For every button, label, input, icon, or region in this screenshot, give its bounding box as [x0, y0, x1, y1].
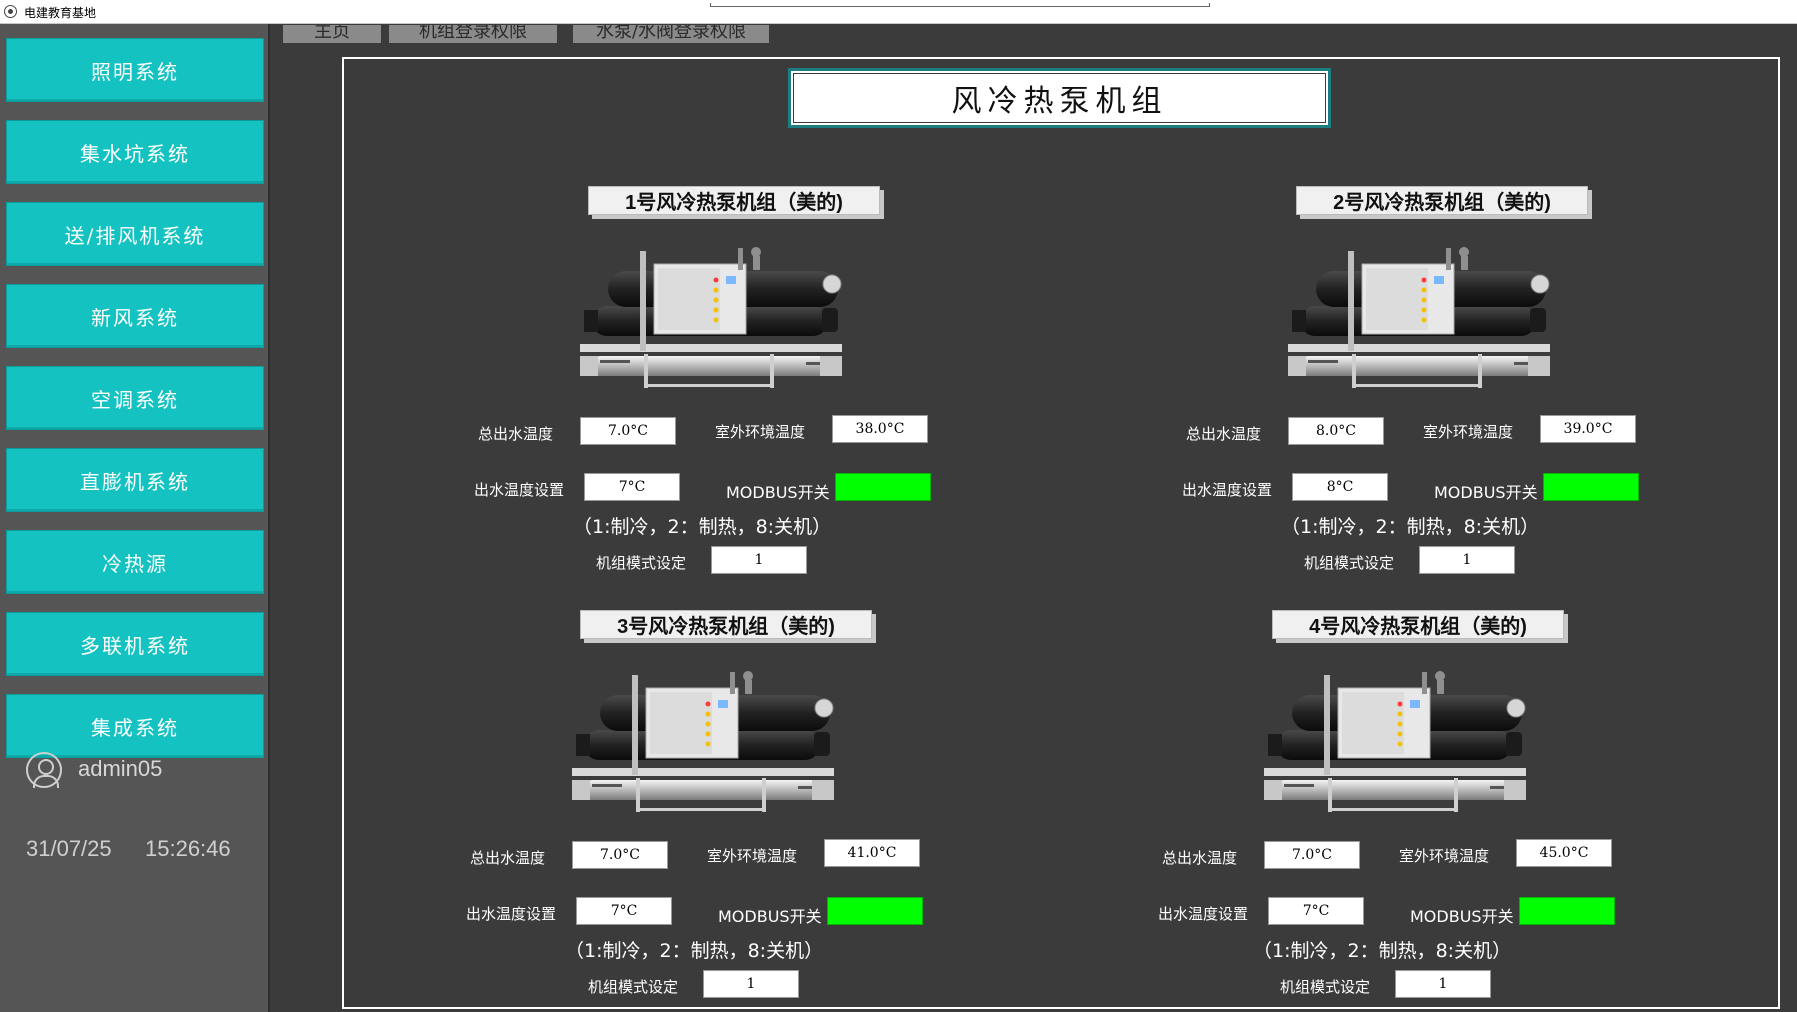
username: admin05 [78, 756, 163, 781]
unit-3-mode-input[interactable]: 1 [703, 970, 799, 998]
unit-2-supply-temp-label: 总出水温度 [1186, 425, 1262, 443]
sidebar: 照明系统 集水坑系统 送/排风机系统 新风系统 空调系统 直膨机系统 冷热源 多… [0, 24, 270, 1012]
unit-4-outdoor-temp-label: 室外环境温度 [1399, 847, 1490, 865]
unit-4-chiller-image [1263, 670, 1527, 813]
unit-3-supply-temp-value: 7.0°C [572, 841, 668, 869]
unit-1-title: 1号风冷热泵机组（美的) [588, 186, 880, 215]
unit-4-supply-temp-value: 7.0°C [1264, 841, 1360, 869]
unit-1-mode-input[interactable]: 1 [711, 546, 807, 574]
time-display: 15:26:46 [145, 836, 231, 861]
unit-2-chiller-image [1287, 246, 1551, 389]
unit-1-setpoint-label: 出水温度设置 [474, 481, 565, 499]
unit-1-supply-temp-label: 总出水温度 [478, 425, 554, 443]
unit-2-modbus-label: MODBUS开关 [1434, 483, 1538, 502]
unit-1-setpoint-input[interactable]: 7°C [584, 473, 680, 501]
unit-1-supply-temp-value: 7.0°C [580, 417, 676, 445]
unit-2-outdoor-temp-label: 室外环境温度 [1423, 423, 1514, 441]
window-title: 电建教育基地 [24, 6, 97, 20]
unit-2-mode-input[interactable]: 1 [1419, 546, 1515, 574]
date-display: 31/07/25 [26, 836, 112, 861]
unit-3-chiller-image [571, 670, 835, 813]
unit-2-setpoint-input[interactable]: 8°C [1292, 473, 1388, 501]
sidebar-item-heat-cold-source[interactable]: 冷热源 [6, 530, 264, 594]
unit-4-outdoor-temp-value: 45.0°C [1516, 839, 1612, 867]
page-title: 风冷热泵机组 [788, 68, 1331, 128]
unit-3-outdoor-temp-label: 室外环境温度 [707, 847, 798, 865]
unit-1-outdoor-temp-value: 38.0°C [832, 415, 928, 443]
unit-4-setpoint-label: 出水温度设置 [1158, 905, 1249, 923]
unit-3-outdoor-temp-value: 41.0°C [824, 839, 920, 867]
unit-1-mode-hint: （1:制冷，2：制热，8:关机） [573, 516, 832, 538]
sidebar-item-supply-exhaust-fan[interactable]: 送/排风机系统 [6, 202, 264, 266]
sidebar-item-multi-split[interactable]: 多联机系统 [6, 612, 264, 676]
tab-pump-valve-login-permission[interactable]: 水泵/水阀登录权限 [572, 24, 770, 44]
unit-4-setpoint-input[interactable]: 7°C [1268, 897, 1364, 925]
unit-3-mode-hint: （1:制冷，2：制热，8:关机） [565, 940, 824, 962]
unit-4-supply-temp-label: 总出水温度 [1162, 849, 1238, 867]
user-icon [26, 752, 62, 788]
unit-4-modbus-label: MODBUS开关 [1410, 907, 1514, 926]
unit-2-outdoor-temp-value: 39.0°C [1540, 415, 1636, 443]
unit-3-modbus-switch[interactable] [827, 897, 923, 925]
top-divider [710, 3, 1210, 7]
unit-2-setpoint-label: 出水温度设置 [1182, 481, 1273, 499]
unit-4-modbus-switch[interactable] [1519, 897, 1615, 925]
unit-4-mode-hint: （1:制冷，2：制热，8:关机） [1253, 940, 1512, 962]
sidebar-item-fresh-air[interactable]: 新风系统 [6, 284, 264, 348]
title-bar: 电建教育基地 [0, 0, 1797, 24]
sidebar-item-direct-expansion[interactable]: 直膨机系统 [6, 448, 264, 512]
unit-3-setpoint-label: 出水温度设置 [466, 905, 557, 923]
unit-1-mode-setting-label: 机组模式设定 [596, 554, 687, 572]
tab-home[interactable]: 主页 [282, 24, 382, 44]
unit-1-outdoor-temp-label: 室外环境温度 [715, 423, 806, 441]
sidebar-item-integration[interactable]: 集成系统 [6, 694, 264, 758]
unit-4-title: 4号风冷热泵机组（美的) [1272, 610, 1564, 639]
unit-4-mode-input[interactable]: 1 [1395, 970, 1491, 998]
unit-2-supply-temp-value: 8.0°C [1288, 417, 1384, 445]
unit-1-chiller-image [579, 246, 843, 389]
unit-2-mode-setting-label: 机组模式设定 [1304, 554, 1395, 572]
unit-4-mode-setting-label: 机组模式设定 [1280, 978, 1371, 996]
unit-1-modbus-label: MODBUS开关 [726, 483, 830, 502]
tab-unit-login-permission[interactable]: 机组登录权限 [388, 24, 558, 44]
unit-3-modbus-label: MODBUS开关 [718, 907, 822, 926]
sidebar-item-sump-pit[interactable]: 集水坑系统 [6, 120, 264, 184]
sidebar-item-air-conditioning[interactable]: 空调系统 [6, 366, 264, 430]
sidebar-item-lighting[interactable]: 照明系统 [6, 38, 264, 102]
unit-2-mode-hint: （1:制冷，2：制热，8:关机） [1281, 516, 1540, 538]
unit-3-mode-setting-label: 机组模式设定 [588, 978, 679, 996]
unit-2-modbus-switch[interactable] [1543, 473, 1639, 501]
unit-2-title: 2号风冷热泵机组（美的) [1296, 186, 1588, 215]
unit-3-setpoint-input[interactable]: 7°C [576, 897, 672, 925]
unit-3-title: 3号风冷热泵机组（美的) [580, 610, 872, 639]
app-icon [4, 5, 17, 18]
unit-1-modbus-switch[interactable] [835, 473, 931, 501]
unit-3-supply-temp-label: 总出水温度 [470, 849, 546, 867]
